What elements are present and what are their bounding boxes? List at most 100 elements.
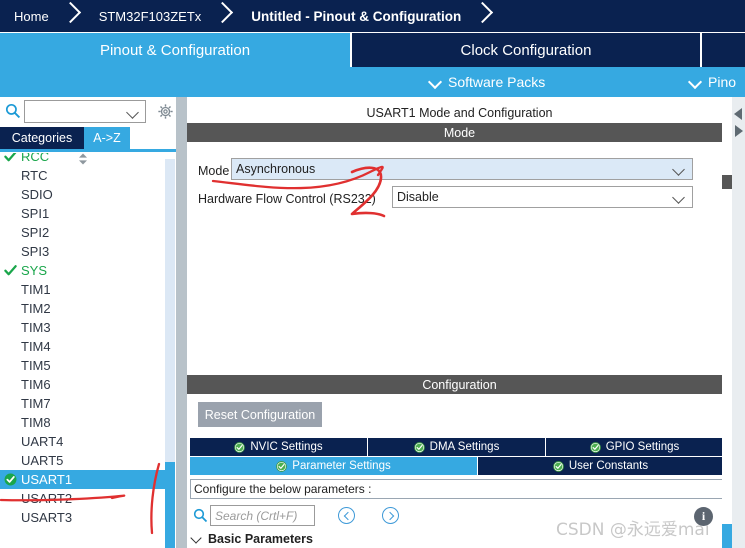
ip-item-usart2[interactable]: USART2 xyxy=(0,489,165,508)
panel-collapse-strip[interactable] xyxy=(732,97,745,548)
ip-item-tim7[interactable]: TIM7 xyxy=(0,394,165,413)
tab-overflow[interactable] xyxy=(702,33,745,67)
ip-item-tim4[interactable]: TIM4 xyxy=(0,337,165,356)
ip-item-spi2[interactable]: SPI2 xyxy=(0,223,165,242)
hwfc-value: Disable xyxy=(397,190,439,204)
peripheral-config-panel: USART1 Mode and Configuration Mode Mode … xyxy=(187,97,732,548)
ip-item-label: TIM8 xyxy=(21,415,51,430)
software-packs-menu[interactable]: Software Packs xyxy=(430,74,545,90)
config-tab-dma-settings[interactable]: DMA Settings xyxy=(368,438,546,456)
mode-form: Mode Asynchronous Hardware Flow Control … xyxy=(187,142,732,372)
ip-item-label: UART4 xyxy=(21,434,64,449)
right-panel-scrollbar-thumb[interactable] xyxy=(722,524,732,548)
chevron-down-icon[interactable] xyxy=(192,534,202,544)
mode-section-header: Mode xyxy=(187,123,732,142)
ip-item-tim5[interactable]: TIM5 xyxy=(0,356,165,375)
ip-item-label: TIM3 xyxy=(21,320,51,335)
collapse-left-icon[interactable] xyxy=(732,107,745,121)
check-circle-icon xyxy=(276,460,288,472)
config-tab-gpio-settings[interactable]: GPIO Settings xyxy=(546,438,723,456)
ip-list-scrollbar-thumb[interactable] xyxy=(165,462,175,548)
ip-item-spi1[interactable]: SPI1 xyxy=(0,204,165,223)
config-tab-label: Parameter Settings xyxy=(292,460,391,472)
ip-item-tim3[interactable]: TIM3 xyxy=(0,318,165,337)
ip-item-usart1[interactable]: USART1 xyxy=(0,470,165,489)
search-previous-button[interactable] xyxy=(338,507,355,524)
mode-field-row: Mode xyxy=(198,160,229,182)
config-tab-row-1: NVIC Settings DMA Settings GPIO Settings xyxy=(190,438,723,456)
basic-parameters-group[interactable]: Basic Parameters xyxy=(192,531,313,547)
ip-item-rtc[interactable]: RTC xyxy=(0,166,165,185)
chevron-down-icon xyxy=(430,77,441,88)
ip-tree-panel: Categories A->Z RCC RTC SDIO SPI1 SPI2 SPI3 SY… xyxy=(0,97,178,548)
config-tab-user-constants[interactable]: User Constants xyxy=(478,457,723,475)
ip-item-label: SPI3 xyxy=(21,244,50,259)
configuration-section-header: Configuration xyxy=(187,375,732,394)
parameter-search-input[interactable]: Search (Crtl+F) xyxy=(210,505,315,526)
mode-select[interactable]: Asynchronous xyxy=(231,158,693,180)
tab-clock-configuration[interactable]: Clock Configuration xyxy=(350,33,702,67)
tab-label: Clock Configuration xyxy=(460,41,592,59)
ip-item-label: RCC xyxy=(21,153,50,164)
chevron-down-icon[interactable] xyxy=(128,108,139,117)
ip-search-input[interactable] xyxy=(24,100,146,123)
breadcrumb-item-current[interactable]: Untitled - Pinout & Configuration xyxy=(237,0,471,32)
ip-item-spi3[interactable]: SPI3 xyxy=(0,242,165,261)
ip-item-tim2[interactable]: TIM2 xyxy=(0,299,165,318)
tab-underline xyxy=(0,149,178,152)
ip-item-uart4[interactable]: UART4 xyxy=(0,432,165,451)
ip-item-rcc[interactable]: RCC xyxy=(0,153,165,166)
ip-item-sdio[interactable]: SDIO xyxy=(0,185,165,204)
check-circle-icon xyxy=(589,441,601,453)
check-circle-icon xyxy=(4,473,17,486)
sub-toolbar: Software Packs Pino xyxy=(0,67,745,97)
ip-item-label: USART3 xyxy=(21,510,73,525)
config-tab-label: User Constants xyxy=(568,460,649,472)
check-circle-icon xyxy=(553,460,564,472)
chevron-down-icon[interactable] xyxy=(674,193,685,202)
ip-item-sys[interactable]: SYS xyxy=(0,261,165,280)
info-icon[interactable]: i xyxy=(694,507,713,526)
ip-item-tim8[interactable]: TIM8 xyxy=(0,413,165,432)
pinout-menu[interactable]: Pino xyxy=(690,74,736,90)
ip-item-label: TIM5 xyxy=(21,358,51,373)
config-tab-label: DMA Settings xyxy=(429,441,500,453)
ip-item-label: TIM4 xyxy=(21,339,51,354)
ip-list: RCC RTC SDIO SPI1 SPI2 SPI3 SYS TIM1 TIM2 TIM3 TIM… xyxy=(0,153,165,548)
right-panel-scrollbar-track[interactable] xyxy=(722,97,732,548)
basic-parameters-label: Basic Parameters xyxy=(208,532,313,546)
collapse-right-icon[interactable] xyxy=(732,124,745,138)
breadcrumb-item-home[interactable]: Home xyxy=(0,0,59,32)
ip-item-label: SPI1 xyxy=(21,206,50,221)
breadcrumb-label: Home xyxy=(14,8,49,24)
ip-item-label: SPI2 xyxy=(21,225,50,240)
ip-item-tim6[interactable]: TIM6 xyxy=(0,375,165,394)
software-packs-label: Software Packs xyxy=(448,74,546,90)
main-tab-strip: Pinout & Configuration Clock Configurati… xyxy=(0,33,745,67)
search-icon xyxy=(193,508,208,523)
hardware-flow-control-select[interactable]: Disable xyxy=(392,186,693,208)
check-icon xyxy=(4,265,17,276)
breadcrumb-label: STM32F103ZETx xyxy=(98,8,202,24)
ip-item-uart5[interactable]: UART5 xyxy=(0,451,165,470)
breadcrumb-item-mcu[interactable]: STM32F103ZETx xyxy=(85,0,212,32)
check-icon xyxy=(4,153,17,162)
ip-item-usart3[interactable]: USART3 xyxy=(0,508,165,527)
tab-pinout-configuration[interactable]: Pinout & Configuration xyxy=(0,33,350,67)
reset-configuration-button[interactable]: Reset Configuration xyxy=(198,402,322,427)
tab-a-to-z[interactable]: A->Z xyxy=(84,127,130,149)
chevron-down-icon[interactable] xyxy=(674,165,685,174)
tab-categories[interactable]: Categories xyxy=(0,127,84,149)
gear-icon[interactable] xyxy=(157,103,174,120)
ip-item-label: RTC xyxy=(21,168,48,183)
ip-item-tim1[interactable]: TIM1 xyxy=(0,280,165,299)
ip-item-label: TIM6 xyxy=(21,377,51,392)
config-tab-parameter-settings[interactable]: Parameter Settings xyxy=(190,457,478,475)
ip-item-label: UART5 xyxy=(21,453,64,468)
ip-tree-tabs: Categories A->Z xyxy=(0,127,178,149)
panel-splitter[interactable] xyxy=(176,97,187,548)
ip-item-label: SDIO xyxy=(21,187,53,202)
mode-value: Asynchronous xyxy=(236,162,316,176)
search-next-button[interactable] xyxy=(382,507,399,524)
config-tab-nvic-settings[interactable]: NVIC Settings xyxy=(190,438,368,456)
